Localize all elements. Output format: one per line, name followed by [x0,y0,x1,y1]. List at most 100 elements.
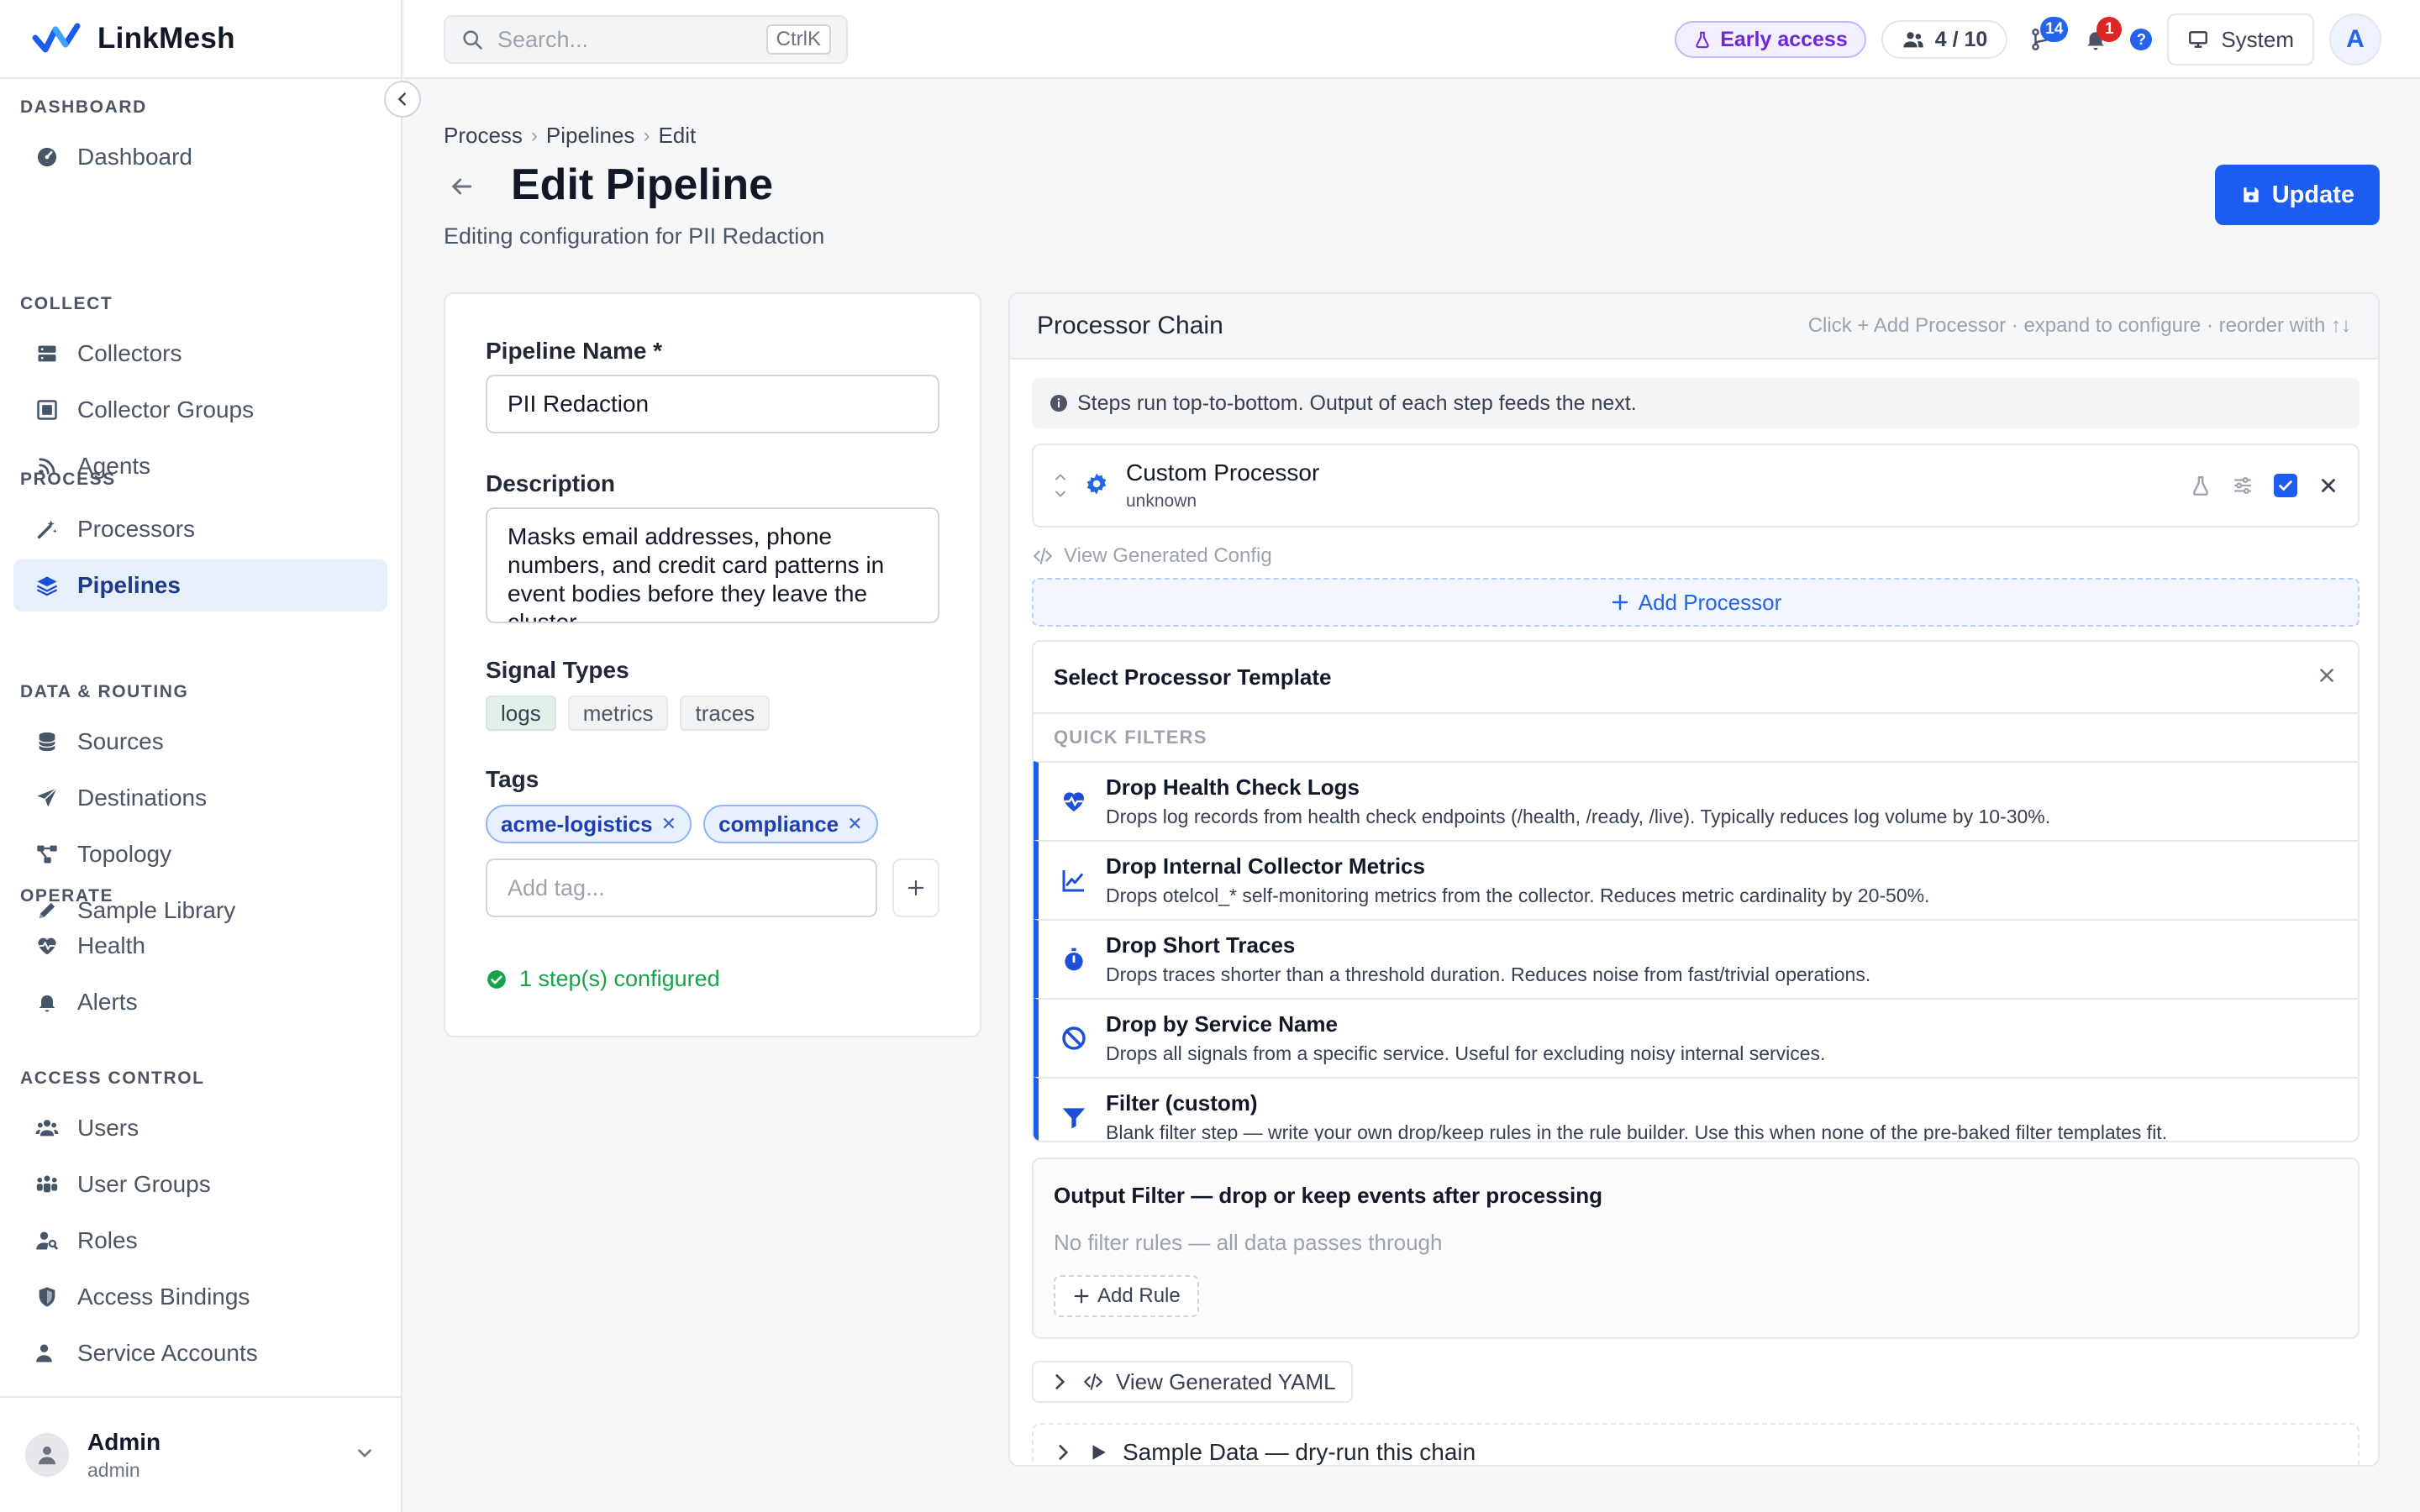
nav-section-dashboard: DASHBOARD Dashboard [0,96,401,183]
line-chart-icon [1060,867,1087,894]
breadcrumb-separator: › [643,123,650,147]
quick-filters-heading: QUICK FILTERS [1054,727,1207,748]
check-icon [2276,476,2295,495]
stopwatch-icon [1060,946,1087,973]
close-icon[interactable] [2317,475,2339,496]
sidebar-item-destinations[interactable]: Destinations [13,772,387,824]
seats-count: 4 / 10 [1934,27,1988,51]
remove-tag-icon[interactable]: ✕ [847,813,862,835]
sidebar-item-collectors[interactable]: Collectors [13,328,387,380]
sidebar-item-access-bindings[interactable]: Access Bindings [13,1271,387,1323]
sidebar-item-health[interactable]: Health [13,920,387,972]
sample-data-toggle[interactable]: Sample Data — dry-run this chain [1032,1423,2360,1465]
sidebar-item-label: Topology [77,841,172,867]
server-icon [35,342,59,365]
brand[interactable]: LinkMesh [0,0,401,79]
template-item-drop-health-check-logs[interactable]: Drop Health Check Logs Drops log records … [1034,761,2358,840]
view-config-link[interactable]: View Generated Config [1032,544,1272,568]
view-yaml-button[interactable]: View Generated YAML [1032,1361,1353,1403]
users-icon [35,1116,59,1140]
page-subtitle: Editing configuration for PII Redaction [444,223,825,249]
tag-label: compliance [718,811,839,837]
template-item-drop-by-service-name[interactable]: Drop by Service Name Drops all signals fr… [1034,998,2358,1077]
sidebar-item-alerts[interactable]: Alerts [13,976,387,1028]
back-button[interactable] [448,173,475,204]
sidebar-item-collector-groups[interactable]: Collector Groups [13,384,387,436]
sidebar-collapse-button[interactable] [384,81,421,118]
user-key-icon [35,1229,59,1252]
seats-indicator[interactable]: 4 / 10 [1881,20,2008,59]
description-textarea[interactable]: Masks email addresses, phone numbers, an… [486,507,939,623]
help-button[interactable]: ? [2130,29,2153,50]
nav-section-process: PROCESS Processors Pipelines [0,468,401,612]
enable-checkbox[interactable] [2274,474,2297,497]
monitor-icon [2187,29,2209,50]
users-icon [1902,28,1925,51]
sidebar-item-dashboard[interactable]: Dashboard [13,131,387,183]
template-description: Drops log records from health check endp… [1106,806,2051,827]
theme-label: System [2221,26,2294,52]
early-access-label: Early access [1720,27,1848,51]
sidebar-user-menu[interactable]: Admin admin [0,1396,401,1512]
sample-data-label: Sample Data — dry-run this chain [1123,1439,1476,1465]
flask-icon[interactable] [2190,475,2212,496]
nav-heading: PROCESS [20,470,116,489]
template-item-filter-custom[interactable]: Filter (custom) Blank filter step — write… [1034,1077,2358,1141]
sidebar-item-label: Roles [77,1227,138,1253]
update-button[interactable]: Update [2214,165,2380,225]
sidebar-item-sources[interactable]: Sources [13,716,387,768]
sidebar-item-label: Service Accounts [77,1340,258,1366]
sidebar-item-users[interactable]: Users [13,1102,387,1154]
user-avatar-button[interactable]: A [2329,13,2381,66]
sidebar-item-user-groups[interactable]: User Groups [13,1158,387,1210]
alerts-count-badge: 1 [2096,17,2123,42]
add-processor-button[interactable]: Add Processor [1032,578,2360,627]
theme-toggle-button[interactable]: System [2167,13,2314,66]
sidebar-item-label: Sources [77,728,164,754]
git-button[interactable]: 14 [2023,17,2069,59]
early-access-badge[interactable]: Early access [1675,21,1866,58]
funnel-icon [1060,1104,1087,1131]
gear-icon [1084,471,1109,501]
template-item-drop-internal-collector-metrics[interactable]: Drop Internal Collector Metrics Drops ote… [1034,840,2358,919]
notifications-button[interactable]: 1 [2076,17,2123,59]
add-tag-button[interactable] [892,858,939,917]
breadcrumb-pipelines[interactable]: Pipelines [546,123,635,149]
reorder-handle[interactable] [1052,469,1071,502]
signal-chip-traces[interactable]: traces [680,696,771,731]
processor-chain-title: Processor Chain [1037,312,1223,339]
add-rule-button[interactable]: Add Rule [1054,1275,1199,1317]
layers-icon [35,574,59,597]
breadcrumb-process[interactable]: Process [444,123,523,149]
remove-tag-icon[interactable]: ✕ [661,813,676,835]
processor-step[interactable]: Custom Processor unknown [1032,444,2360,528]
pipeline-name-input[interactable] [486,375,939,433]
chain-info-note: Steps run top-to-bottom. Output of each … [1032,378,2360,428]
sidebar-item-processors[interactable]: Processors [13,503,387,555]
chevron-up-icon[interactable] [1052,469,1069,486]
close-template-picker-button[interactable] [2316,664,2338,690]
heart-pulse-icon [1060,788,1087,815]
breadcrumb-edit: Edit [658,123,697,148]
signal-chip-logs[interactable]: logs [486,696,556,731]
update-label: Update [2271,181,2354,208]
sidebar-item-label: User Groups [77,1171,211,1197]
sidebar-item-service-accounts[interactable]: Service Accounts [13,1327,387,1379]
template-item-drop-short-traces[interactable]: Drop Short Traces Drops traces shorter th… [1034,919,2358,998]
sidebar-item-roles[interactable]: Roles [13,1215,387,1267]
description-label: Description [486,470,616,496]
processor-type: unknown [1126,491,1197,511]
template-picker-title: Select Processor Template [1054,664,1332,690]
sidebar-item-pipelines[interactable]: Pipelines [13,559,387,612]
search-input[interactable] [497,26,753,53]
signal-chip-metrics[interactable]: metrics [567,696,669,731]
sidebar-item-topology[interactable]: Topology [13,828,387,880]
chevron-down-icon[interactable] [1052,486,1069,502]
sidebar-item-label: Health [77,932,145,958]
sidebar-item-label: Users [77,1115,139,1141]
sliders-icon[interactable] [2232,475,2254,496]
plus-icon [906,878,926,898]
search-box[interactable]: CtrlK [444,15,848,64]
tag-input[interactable] [486,858,877,917]
chain-info-text: Steps run top-to-bottom. Output of each … [1077,391,1637,415]
